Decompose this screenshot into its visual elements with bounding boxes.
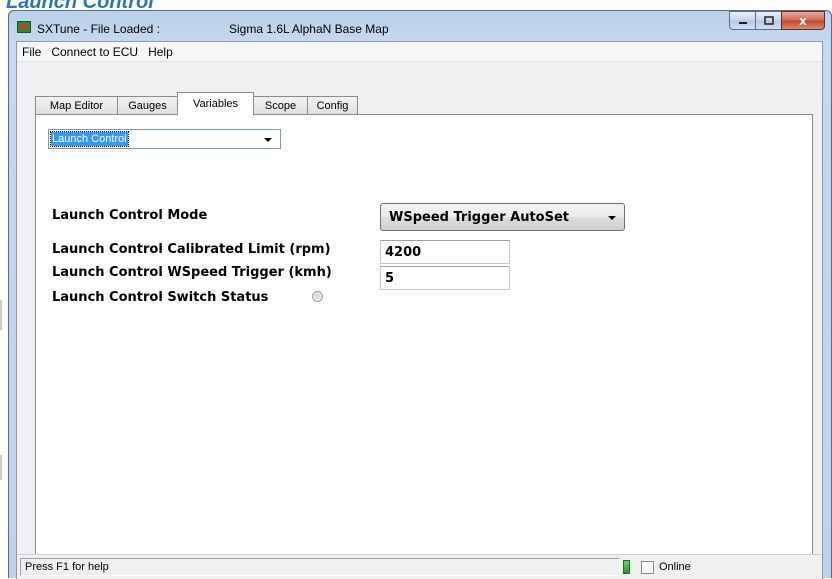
status-bar: Press F1 for help Online xyxy=(17,554,822,579)
background-edge xyxy=(0,455,2,480)
calibrated-limit-label: Launch Control Calibrated Limit (rpm) xyxy=(52,242,331,257)
mode-label: Launch Control Mode xyxy=(52,208,208,223)
menu-file[interactable]: File xyxy=(17,45,46,59)
tab-config[interactable]: Config xyxy=(307,96,358,114)
app-window: SXTune - File Loaded : Sigma 1.6L AlphaN… xyxy=(8,10,832,579)
mode-dropdown-value: WSpeed Trigger AutoSet xyxy=(389,209,570,225)
background-edge xyxy=(0,300,2,330)
wspeed-trigger-label: Launch Control WSpeed Trigger (kmh) xyxy=(52,265,332,280)
online-checkbox[interactable] xyxy=(641,561,654,574)
maximize-button[interactable] xyxy=(755,11,781,30)
window-title: SXTune - File Loaded : xyxy=(37,22,160,36)
category-select[interactable]: Launch Control xyxy=(48,129,281,149)
wspeed-trigger-input[interactable]: 5 xyxy=(380,266,510,290)
close-icon: x xyxy=(799,13,807,28)
switch-status-label: Launch Control Switch Status xyxy=(52,290,269,305)
switch-status-indicator xyxy=(312,291,323,302)
app-icon[interactable] xyxy=(17,21,31,33)
minimize-button[interactable] xyxy=(729,11,755,30)
window-title-map: Sigma 1.6L AlphaN Base Map xyxy=(229,22,389,36)
tab-gauges[interactable]: Gauges xyxy=(117,96,178,114)
mode-dropdown[interactable]: WSpeed Trigger AutoSet xyxy=(380,203,625,231)
menu-bar: File Connect to ECU Help xyxy=(17,42,822,62)
menu-help[interactable]: Help xyxy=(143,45,178,59)
variables-panel: Launch Control Launch Control Mode WSpee… xyxy=(35,114,813,562)
connection-led-icon xyxy=(623,560,630,574)
chevron-down-icon xyxy=(608,216,616,220)
close-button[interactable]: x xyxy=(781,11,825,30)
title-bar[interactable]: SXTune - File Loaded : Sigma 1.6L AlphaN… xyxy=(9,11,831,41)
status-help-text: Press F1 for help xyxy=(20,558,620,576)
tab-variables[interactable]: Variables xyxy=(177,92,254,115)
category-select-value: Launch Control xyxy=(50,131,129,147)
chevron-down-icon xyxy=(264,138,272,142)
tab-map-editor[interactable]: Map Editor xyxy=(35,96,118,114)
tab-scope[interactable]: Scope xyxy=(253,96,308,114)
online-label: Online xyxy=(659,561,691,573)
client-area: File Connect to ECU Help Map Editor Gaug… xyxy=(16,41,823,579)
maximize-icon xyxy=(763,16,774,25)
window-controls: x xyxy=(729,11,825,31)
calibrated-limit-input[interactable]: 4200 xyxy=(380,240,510,264)
minimize-icon xyxy=(738,21,747,24)
menu-connect-to-ecu[interactable]: Connect to ECU xyxy=(46,45,143,59)
